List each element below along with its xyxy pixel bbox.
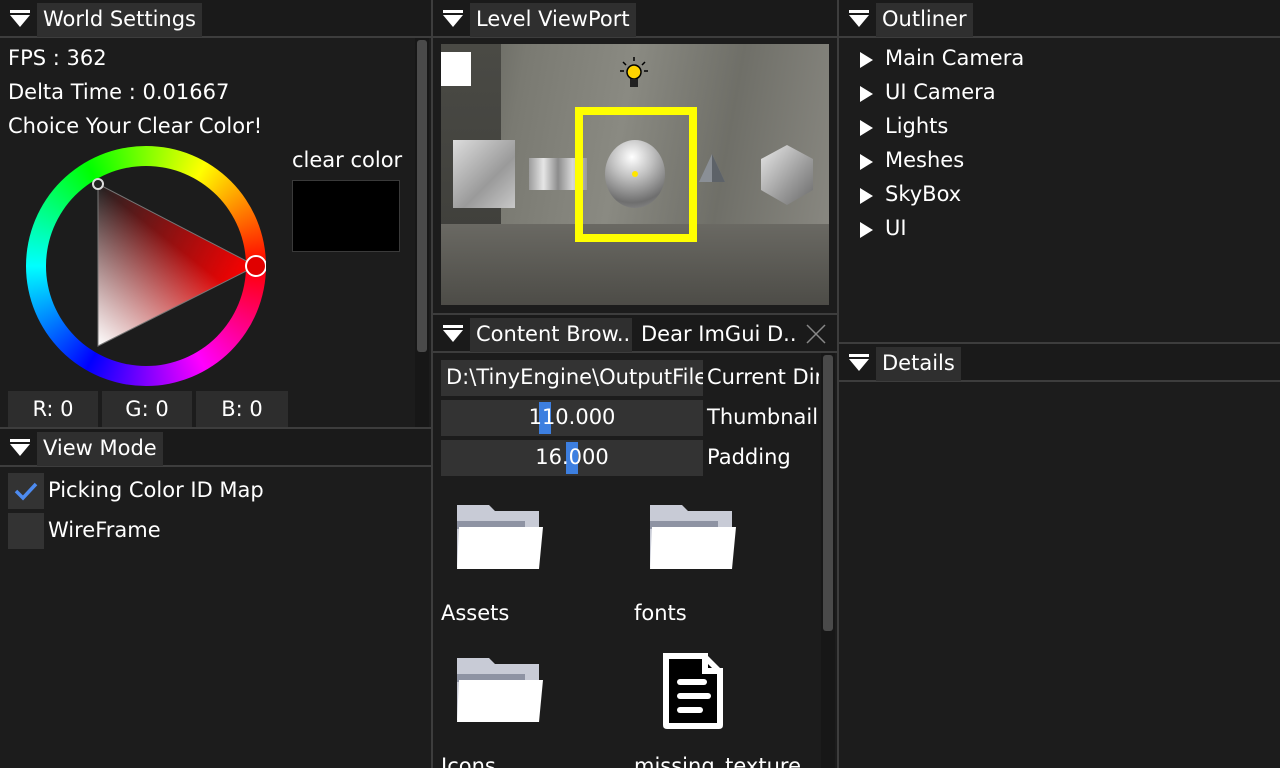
tab-outliner[interactable]: Outliner	[876, 3, 973, 37]
expand-arrow-icon[interactable]	[860, 120, 873, 136]
collapse-icon[interactable]	[10, 10, 30, 28]
collapse-icon[interactable]	[849, 10, 869, 28]
viewport-tabbar: Level ViewPort	[433, 0, 837, 38]
checkmark-icon	[14, 482, 38, 501]
outliner-item-main-camera[interactable]: Main Camera	[839, 44, 1280, 76]
red-input[interactable]: R: 0	[8, 391, 98, 427]
selection-box	[575, 107, 697, 242]
thumbnail-slider[interactable]: 110.000	[441, 400, 703, 436]
gizmo-square[interactable]	[441, 52, 471, 86]
clear-color-swatch[interactable]	[292, 180, 400, 252]
content-browser-panel: Content Brow... Dear ImGui D... D:\TinyE…	[433, 315, 837, 768]
folder-icon[interactable]	[455, 656, 545, 724]
content-browser-scrollbar[interactable]	[821, 353, 835, 768]
collapse-icon[interactable]	[10, 439, 30, 457]
picking-color-label: Picking Color ID Map	[48, 478, 264, 502]
expand-arrow-icon[interactable]	[860, 52, 873, 68]
outliner-item-ui-camera[interactable]: UI Camera	[839, 78, 1280, 110]
item-label-icons: Icons	[441, 754, 496, 768]
expand-arrow-icon[interactable]	[860, 188, 873, 204]
item-label-missing-texture: missing_texture	[634, 754, 801, 768]
clear-color-prompt: Choice Your Clear Color!	[8, 114, 263, 138]
clear-color-label: clear color	[292, 148, 403, 172]
blue-input[interactable]: B: 0	[196, 391, 288, 427]
light-bulb-icon[interactable]	[619, 56, 649, 90]
world-settings-tabbar: World Settings	[0, 0, 431, 38]
current-dir-input[interactable]: D:\TinyEngine\OutputFile	[441, 360, 703, 396]
tab-details[interactable]: Details	[876, 347, 961, 381]
color-picker-triangle[interactable]	[26, 146, 266, 386]
thumbnail-label: Thumbnail	[707, 405, 819, 429]
delta-time-text: Delta Time : 0.01667	[8, 80, 230, 104]
collapse-icon[interactable]	[443, 10, 463, 28]
outliner-item-lights[interactable]: Lights	[839, 112, 1280, 144]
current-dir-label: Current Dir	[707, 365, 819, 389]
outliner-item-label: UI Camera	[885, 80, 996, 104]
expand-arrow-icon[interactable]	[860, 222, 873, 238]
view-mode-panel: View Mode Picking Color ID Map WireFrame	[0, 429, 431, 768]
level-viewport-panel: Level ViewPort	[433, 0, 837, 313]
outliner-item-label: Meshes	[885, 148, 965, 172]
world-settings-panel: World Settings FPS : 362 Delta Time : 0.…	[0, 0, 431, 427]
folder-icon[interactable]	[455, 503, 545, 571]
icosphere-mesh[interactable]	[759, 144, 815, 206]
close-icon[interactable]	[805, 323, 827, 345]
wireframe-label: WireFrame	[48, 518, 161, 542]
outliner-item-label: SkyBox	[885, 182, 962, 206]
file-icon[interactable]	[659, 649, 727, 733]
tab-content-browser[interactable]: Content Brow...	[470, 318, 632, 352]
padding-slider[interactable]: 16.000	[441, 440, 703, 476]
outliner-item-skybox[interactable]: SkyBox	[839, 180, 1280, 212]
expand-arrow-icon[interactable]	[860, 154, 873, 170]
details-tabbar: Details	[839, 344, 1280, 382]
folder-icon[interactable]	[648, 503, 738, 571]
tab-view-mode[interactable]: View Mode	[37, 432, 163, 466]
collapse-icon[interactable]	[849, 354, 869, 372]
fps-text: FPS : 362	[8, 46, 107, 70]
tab-level-viewport[interactable]: Level ViewPort	[470, 3, 636, 37]
tab-dear-imgui-demo[interactable]: Dear ImGui D...	[635, 318, 795, 352]
outliner-item-ui[interactable]: UI	[839, 214, 1280, 246]
outliner-tabbar: Outliner	[839, 0, 1280, 38]
pyramid-mesh[interactable]	[697, 152, 727, 184]
outliner-item-label: Main Camera	[885, 46, 1025, 70]
details-panel: Details	[839, 344, 1280, 768]
padding-label: Padding	[707, 445, 791, 469]
view-mode-tabbar: View Mode	[0, 429, 431, 467]
outliner-item-meshes[interactable]: Meshes	[839, 146, 1280, 178]
picking-color-checkbox[interactable]	[8, 473, 44, 509]
cube-mesh[interactable]	[453, 140, 515, 208]
tab-world-settings[interactable]: World Settings	[37, 3, 202, 37]
padding-value: 16.000	[535, 445, 609, 469]
world-settings-scrollbar[interactable]	[415, 38, 429, 427]
viewport-render[interactable]	[441, 44, 829, 305]
item-label-assets: Assets	[441, 601, 510, 625]
outliner-item-label: Lights	[885, 114, 949, 138]
expand-arrow-icon[interactable]	[860, 86, 873, 102]
item-label-fonts: fonts	[634, 601, 687, 625]
content-browser-tabbar: Content Brow... Dear ImGui D...	[433, 315, 837, 353]
collapse-icon[interactable]	[443, 325, 463, 343]
thumbnail-value: 110.000	[528, 405, 616, 429]
outliner-item-label: UI	[885, 216, 907, 240]
green-input[interactable]: G: 0	[102, 391, 192, 427]
wireframe-checkbox[interactable]	[8, 513, 44, 549]
outliner-panel: Outliner Main Camera UI Camera Lights Me…	[839, 0, 1280, 342]
